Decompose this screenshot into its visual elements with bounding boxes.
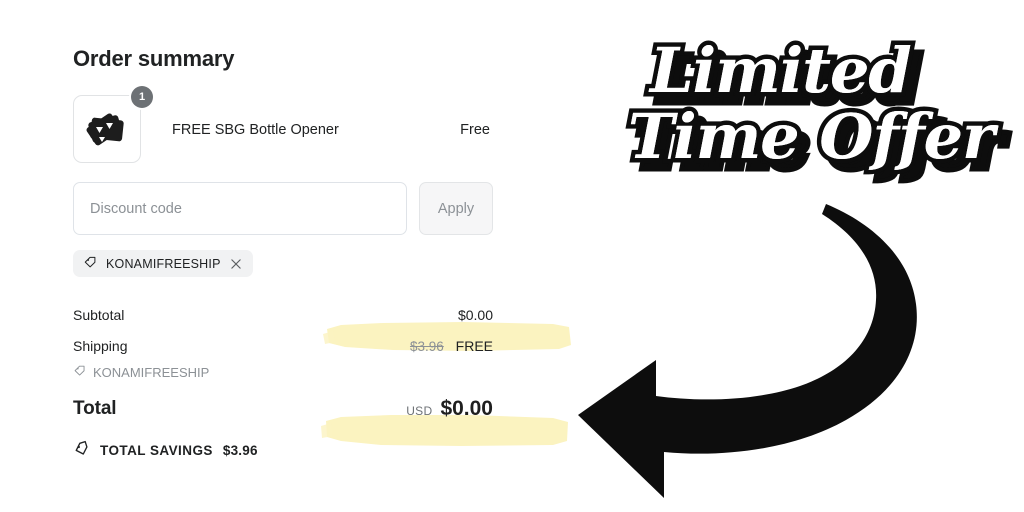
total-savings-row: TOTAL SAVINGS $3.96: [73, 440, 493, 460]
total-amount: $0.00: [440, 397, 493, 421]
total-row: Total USD $0.00: [73, 392, 493, 426]
shipping-label: Shipping: [73, 337, 128, 354]
close-icon[interactable]: [230, 258, 242, 270]
product-thumbnail-wrap: 1: [73, 86, 153, 165]
discount-code-input[interactable]: [73, 182, 407, 236]
tag-savings-icon: [73, 440, 90, 460]
totals-section: Subtotal $0.00 Shipping $3.96 FREE KONAM…: [73, 302, 571, 460]
order-summary-panel: Order summary 1 FREE SBG Bottle Opener F…: [73, 46, 571, 460]
applied-discounts-row: KONAMIFREESHIP: [73, 250, 493, 278]
apply-discount-button[interactable]: Apply: [419, 182, 493, 236]
applied-discount-code: KONAMIFREESHIP: [106, 256, 221, 271]
total-value-group: USD $0.00: [406, 397, 493, 421]
total-savings-value: $3.96: [222, 442, 258, 458]
total-currency: USD: [406, 404, 433, 419]
quantity-badge: 1: [131, 86, 153, 109]
order-line-item: 1 FREE SBG Bottle Opener Free: [73, 86, 493, 166]
subtotal-value: $0.00: [457, 306, 493, 323]
product-price: Free: [460, 122, 490, 139]
bottle-opener-cards-image: [86, 113, 124, 146]
product-thumbnail: [73, 95, 141, 164]
total-label: Total: [73, 398, 117, 420]
product-name: FREE SBG Bottle Opener: [172, 121, 339, 138]
applied-discount-pill[interactable]: KONAMIFREESHIP: [73, 250, 253, 278]
subtotal-row: Subtotal $0.00: [73, 302, 493, 327]
discount-code-row: Apply: [73, 182, 493, 236]
tag-icon: [73, 364, 86, 380]
shipping-row: Shipping $3.96 FREE: [73, 333, 493, 358]
tag-icon: [83, 255, 97, 272]
subtotal-label: Subtotal: [73, 306, 125, 323]
shipping-value-group: $3.96 FREE: [410, 338, 493, 354]
page-title: Order summary: [73, 46, 235, 71]
checkout-order-summary-page: Order summary 1 FREE SBG Bottle Opener F…: [0, 0, 1024, 512]
shipping-original-price: $3.96: [409, 338, 444, 354]
shipping-discount-code: KONAMIFREESHIP: [93, 364, 210, 380]
shipping-free-label: FREE: [455, 337, 493, 354]
shipping-discount-row: KONAMIFREESHIP: [73, 361, 493, 383]
promo-headline-line1: Limited: [650, 34, 912, 107]
promo-headline: Limited Limited Limited Time Offer Time …: [624, 28, 1009, 218]
total-savings-label: TOTAL SAVINGS: [100, 442, 213, 458]
promo-headline-line2: Time Offer: [628, 100, 995, 173]
